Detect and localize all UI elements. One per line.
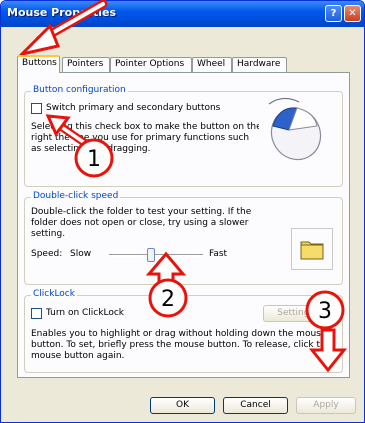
clicklock-description-3: mouse button again.	[31, 351, 125, 361]
speed-slider-thumb[interactable]	[147, 248, 156, 262]
button-config-description-2: right the one you use for primary functi…	[31, 133, 250, 143]
tab-pointers[interactable]: Pointers	[62, 57, 110, 72]
cancel-button[interactable]: Cancel	[223, 397, 288, 414]
close-button[interactable]: ✕	[344, 5, 361, 22]
double-click-speed-label: Double-click speed	[31, 191, 121, 201]
ok-button[interactable]: OK	[150, 397, 215, 414]
double-click-speed-group: Double-click speed Double-click the fold…	[24, 191, 343, 285]
fast-label: Fast	[209, 249, 228, 259]
clicklock-group: ClickLock Turn on ClickLock Settings... …	[24, 289, 343, 373]
window-title: Mouse Properties	[7, 6, 117, 19]
double-click-description-2: folder does not open or close, try using…	[31, 218, 249, 228]
apply-button[interactable]: Apply	[296, 397, 356, 414]
title-bar[interactable]: Mouse Properties ? ✕	[1, 1, 364, 27]
mouse-illustration-icon	[259, 96, 329, 168]
help-button[interactable]: ?	[325, 5, 342, 22]
switch-buttons-checkbox[interactable]	[31, 103, 42, 114]
clicklock-settings-button[interactable]: Settings...	[263, 305, 337, 322]
tab-wheel[interactable]: Wheel	[192, 57, 232, 72]
folder-icon[interactable]	[292, 229, 332, 269]
button-config-description-1: Selecting this check box to make the but…	[31, 122, 262, 132]
switch-buttons-label[interactable]: Switch primary and secondary buttons	[46, 103, 220, 114]
clicklock-checkbox[interactable]	[31, 308, 42, 319]
speed-slider-ticks	[115, 268, 201, 270]
button-configuration-label: Button configuration	[31, 85, 128, 95]
clicklock-checkbox-label[interactable]: Turn on ClickLock	[46, 308, 124, 319]
slow-label: Slow	[70, 249, 92, 259]
buttons-tab-panel: Button configuration Switch primary and …	[17, 72, 350, 378]
double-click-description-1: Double-click the folder to test your set…	[31, 207, 252, 217]
double-click-description-3: setting.	[31, 229, 66, 239]
tab-buttons[interactable]: Buttons	[17, 55, 60, 73]
clicklock-description-1: Enables you to highlight or drag without…	[31, 329, 327, 339]
test-folder-box[interactable]	[291, 228, 333, 270]
clicklock-label: ClickLock	[31, 289, 77, 299]
mouse-properties-window: Mouse Properties ? ✕ Buttons Pointers Po…	[0, 0, 365, 423]
button-configuration-group: Button configuration Switch primary and …	[24, 85, 343, 187]
button-config-description-3: as selecting and dragging.	[31, 144, 151, 154]
tab-pointer-options[interactable]: Pointer Options	[110, 57, 192, 72]
speed-slider-track[interactable]	[109, 254, 203, 257]
clicklock-description-2: button. To set, briefly press the mouse …	[31, 340, 332, 350]
speed-label: Speed:	[31, 249, 63, 259]
tab-hardware[interactable]: Hardware	[232, 57, 287, 72]
